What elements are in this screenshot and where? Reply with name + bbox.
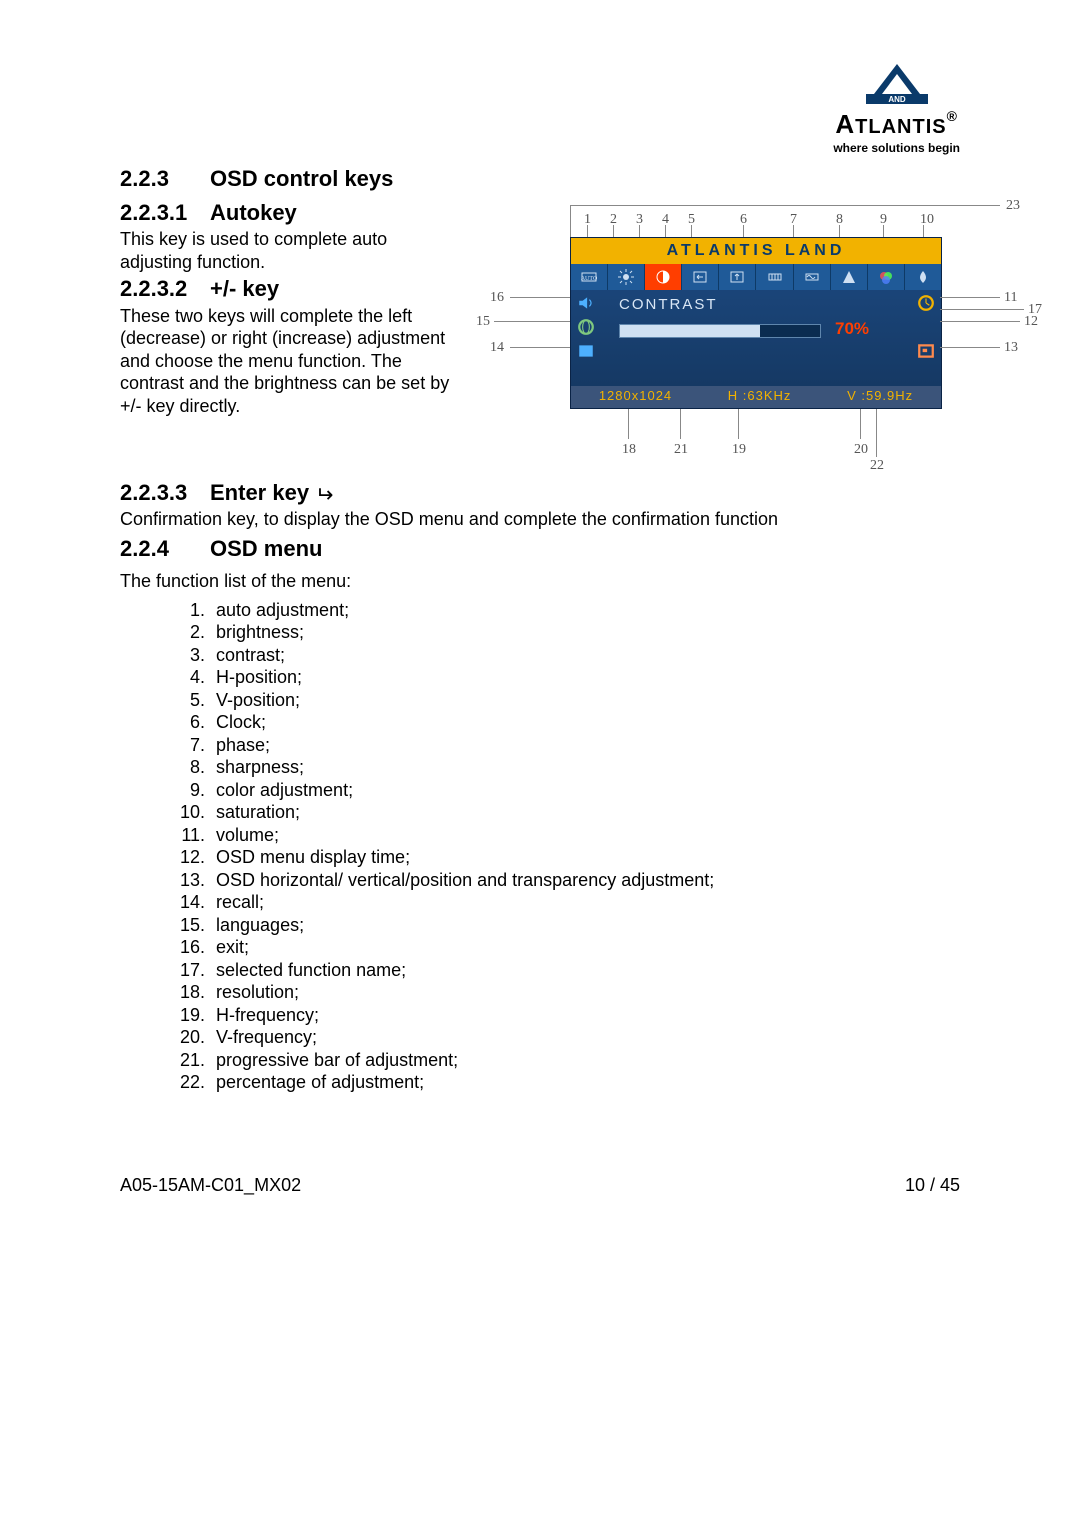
logo-name-text: TLANTIS	[855, 116, 946, 138]
list-item: phase;	[210, 734, 960, 757]
list-item: recall;	[210, 891, 960, 914]
heading-2-2-3: 2.2.3OSD control keys	[120, 165, 960, 193]
logo-tagline: where solutions begin	[833, 141, 960, 156]
callout-16: 16	[490, 289, 504, 307]
page-footer: A05-15AM-C01_MX02 10 / 45	[120, 1174, 960, 1197]
list-item: resolution;	[210, 981, 960, 1004]
osd-progress-bar	[619, 324, 821, 338]
list-item: V-frequency;	[210, 1026, 960, 1049]
callout-14: 14	[490, 339, 504, 357]
list-item: V-position;	[210, 689, 960, 712]
volume-icon	[575, 292, 597, 314]
list-item: exit;	[210, 936, 960, 959]
clock-icon	[756, 264, 793, 290]
osd-icon-row: AUTO	[571, 264, 941, 290]
callout-19: 19	[732, 441, 746, 459]
list-item: H-position;	[210, 666, 960, 689]
callout-23: 23	[1006, 197, 1020, 215]
callout-20: 20	[854, 441, 868, 459]
osd-figure: 23 1 2 3 4 5 6 7 8 9 10 ATLANTIS LAND	[470, 197, 1030, 477]
heading-2-2-4: 2.2.4OSD menu	[120, 535, 960, 563]
enter-key-icon: ↵	[315, 481, 333, 509]
body-2-2-3-1: This key is used to complete auto adjust…	[120, 228, 450, 273]
osd-title: ATLANTIS LAND	[571, 238, 941, 264]
list-item: percentage of adjustment;	[210, 1071, 960, 1094]
logo-mark-icon: AND	[862, 60, 932, 106]
auto-icon: AUTO	[571, 264, 608, 290]
list-item: Clock;	[210, 711, 960, 734]
callout-13: 13	[1004, 339, 1018, 357]
heading-2-2-3-3: 2.2.3.3Enter key ↵	[120, 479, 960, 507]
list-item: OSD horizontal/ vertical/position and tr…	[210, 869, 960, 892]
callout-17: 17	[1028, 301, 1042, 319]
list-item: sharpness;	[210, 756, 960, 779]
osd-percent: 70%	[835, 318, 869, 339]
callout-11: 11	[1004, 289, 1017, 307]
list-item: volume;	[210, 824, 960, 847]
saturation-icon	[905, 264, 941, 290]
osd-time-icon	[915, 292, 937, 314]
osd-selected-label: CONTRAST	[619, 296, 718, 315]
list-item: contrast;	[210, 644, 960, 667]
callout-22: 22	[870, 457, 884, 475]
list-item: brightness;	[210, 621, 960, 644]
list-item: H-frequency;	[210, 1004, 960, 1027]
doc-id: A05-15AM-C01_MX02	[120, 1174, 301, 1197]
color-icon	[868, 264, 905, 290]
list-item: languages;	[210, 914, 960, 937]
heading-2-2-3-1: 2.2.3.1Autokey	[120, 199, 450, 227]
list-item: progressive bar of adjustment;	[210, 1049, 960, 1072]
list-item: color adjustment;	[210, 779, 960, 802]
heading-2-2-3-2: 2.2.3.2+/- key	[120, 275, 450, 303]
list-item: saturation;	[210, 801, 960, 824]
vpos-icon	[719, 264, 756, 290]
callout-15: 15	[476, 313, 490, 331]
osd-hfreq: H :63KHz	[728, 388, 792, 404]
osd-status-bar: 1280x1024 H :63KHz V :59.9Hz	[571, 386, 941, 408]
phase-icon	[794, 264, 831, 290]
brightness-icon	[608, 264, 645, 290]
svg-text:AUTO: AUTO	[581, 276, 597, 282]
contrast-icon	[645, 264, 682, 290]
list-item: OSD menu display time;	[210, 846, 960, 869]
osd-vfreq: V :59.9Hz	[847, 388, 913, 404]
languages-icon	[575, 316, 597, 338]
hpos-icon	[682, 264, 719, 290]
brand-logo: AND ATLANTIS® where solutions begin	[120, 60, 960, 157]
body-2-2-3-3: Confirmation key, to display the OSD men…	[120, 508, 960, 531]
callout-18: 18	[622, 441, 636, 459]
osd-panel: ATLANTIS LAND AUTO	[570, 237, 942, 409]
callout-21: 21	[674, 441, 688, 459]
osd-pos-icon	[915, 340, 937, 362]
logo-and: AND	[888, 95, 906, 104]
list-item: selected function name;	[210, 959, 960, 982]
body-2-2-3-2: These two keys will complete the left (d…	[120, 305, 450, 418]
page-number: 10 / 45	[905, 1174, 960, 1197]
osd-resolution: 1280x1024	[599, 388, 672, 404]
list-item: auto adjustment;	[210, 599, 960, 622]
recall-icon	[575, 340, 597, 362]
intro-2-2-4: The function list of the menu:	[120, 570, 960, 593]
sharpness-icon	[831, 264, 868, 290]
osd-menu-list: auto adjustment; brightness; contrast; H…	[170, 599, 960, 1094]
